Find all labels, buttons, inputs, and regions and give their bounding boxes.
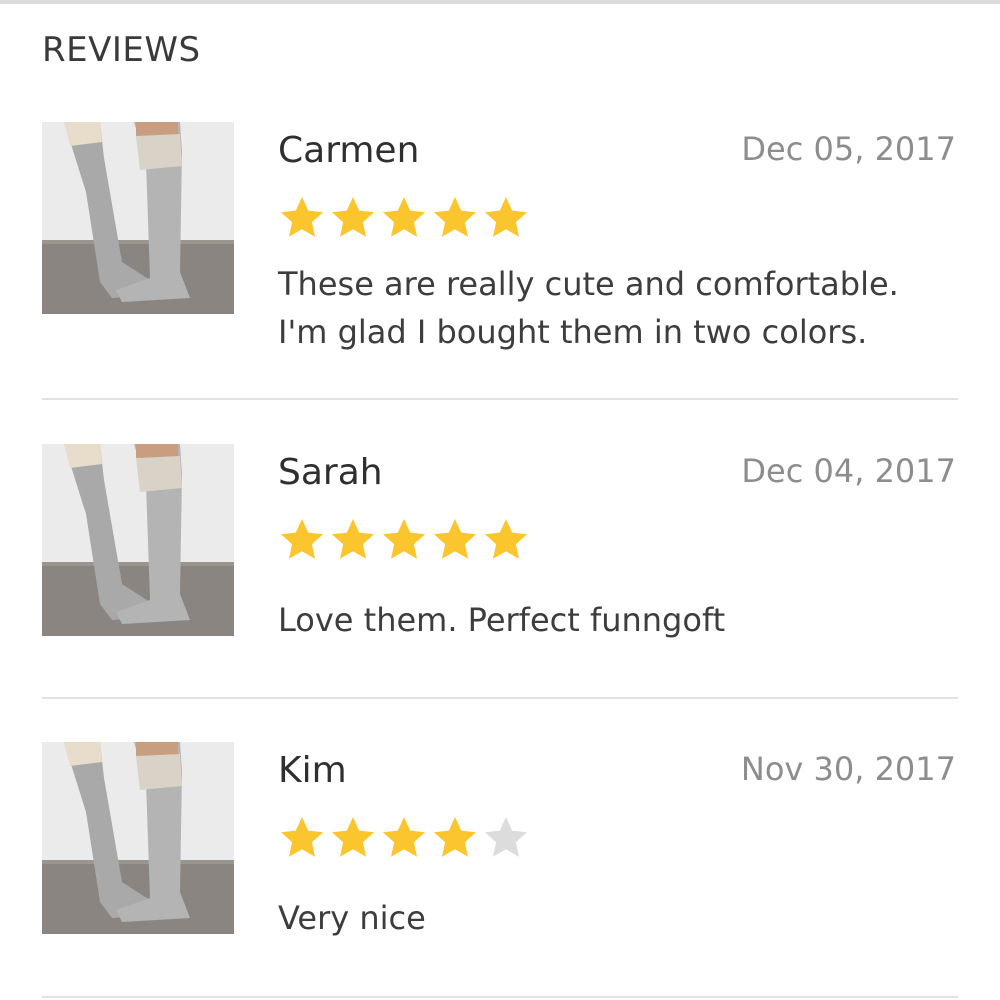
product-thumbnail[interactable] — [42, 444, 234, 636]
star-icon — [434, 519, 476, 559]
star-icon — [434, 197, 476, 237]
reviewer-name: Kim — [278, 750, 347, 791]
star-icon — [383, 817, 425, 857]
review-text-line: These are really cute and comfortable. — [278, 265, 899, 303]
star-icon — [332, 519, 374, 559]
review-date: Nov 30, 2017 — [740, 750, 956, 788]
review-date: Dec 05, 2017 — [741, 130, 956, 168]
reviewer-name: Sarah — [278, 452, 383, 493]
product-thumbnail[interactable] — [42, 122, 234, 314]
review-text: Love them. Perfect funngoft — [278, 596, 958, 644]
star-icon — [281, 519, 323, 559]
star-icon — [485, 519, 527, 559]
star-icon — [383, 519, 425, 559]
star-icon — [383, 197, 425, 237]
product-image-svg — [42, 444, 234, 636]
section-title: REVIEWS — [42, 30, 201, 70]
product-image-svg — [42, 122, 234, 314]
reviewer-name: Carmen — [278, 130, 420, 171]
review-divider — [42, 697, 958, 699]
star-icon — [485, 197, 527, 237]
review-text-line: Love them. Perfect funngoft — [278, 601, 726, 639]
review-text: Very nice — [278, 894, 958, 942]
star-icon — [332, 817, 374, 857]
product-image-svg — [42, 742, 234, 934]
star-icon — [281, 817, 323, 857]
product-thumbnail[interactable] — [42, 742, 234, 934]
review-divider — [42, 996, 958, 998]
review-divider — [42, 398, 958, 400]
review-text: These are really cute and comfortable. I… — [278, 260, 958, 356]
star-icon — [281, 197, 323, 237]
star-icon — [434, 817, 476, 857]
star-rating — [278, 814, 530, 862]
review-date: Dec 04, 2017 — [741, 452, 956, 490]
star-rating — [278, 194, 530, 242]
review-text-line: Very nice — [278, 899, 426, 937]
top-divider — [0, 0, 1000, 4]
star-rating — [278, 516, 530, 564]
star-icon — [485, 817, 527, 857]
review-text-line: I'm glad I bought them in two colors. — [278, 313, 868, 351]
star-icon — [332, 197, 374, 237]
